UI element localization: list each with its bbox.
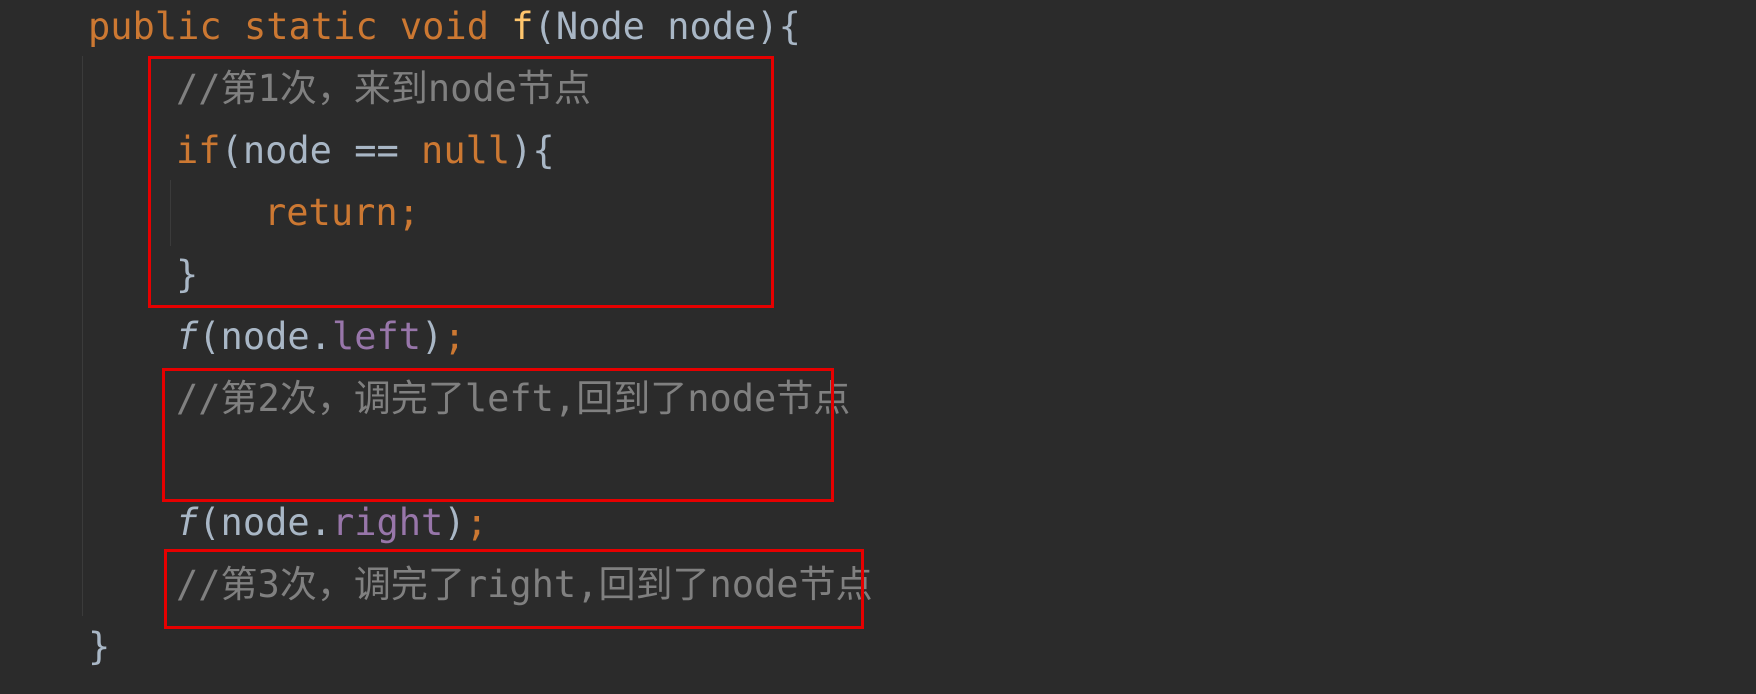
code-line-close-method[interactable]: } bbox=[88, 616, 110, 678]
param-name: node bbox=[667, 5, 757, 48]
code-editor[interactable]: public static void f(Node node){ //第1次，来… bbox=[0, 0, 1756, 694]
indent-guide-method bbox=[82, 56, 83, 616]
code-line-signature[interactable]: public static void f(Node node){ bbox=[88, 0, 801, 58]
method-name: f bbox=[511, 5, 534, 48]
semicolon-left: ; bbox=[443, 315, 466, 358]
keyword-public: public bbox=[88, 5, 222, 48]
keyword-void: void bbox=[399, 5, 489, 48]
call-args-end-left: ) bbox=[421, 315, 444, 358]
open-paren: ( bbox=[533, 5, 556, 48]
code-line-call-left[interactable]: f(node.left); bbox=[176, 306, 466, 368]
call-args-start-left: (node. bbox=[198, 315, 332, 358]
highlight-box-third-visit bbox=[164, 549, 864, 629]
semicolon-right: ; bbox=[465, 501, 488, 544]
call-args-end-right: ) bbox=[443, 501, 466, 544]
field-right: right bbox=[331, 501, 444, 544]
keyword-static: static bbox=[243, 5, 378, 48]
highlight-box-first-visit bbox=[148, 56, 774, 308]
call-fn-left: f bbox=[176, 315, 199, 358]
call-fn-right: f bbox=[176, 501, 199, 544]
param-type: Node bbox=[555, 5, 645, 48]
field-left: left bbox=[331, 315, 422, 358]
call-args-start-right: (node. bbox=[198, 501, 332, 544]
signature-close: ){ bbox=[756, 5, 801, 48]
highlight-box-second-visit bbox=[162, 368, 834, 502]
